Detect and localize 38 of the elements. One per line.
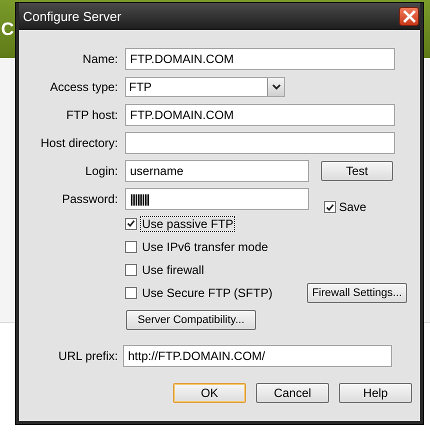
checkbox-label: Use IPv6 transfer mode [141,238,270,254]
input-field[interactable]: username [125,160,309,182]
checkbox-label: Use passive FTP [140,216,236,232]
input-field[interactable]: http://FTP.DOMAIN.COM/ [123,345,392,367]
access-type-dropdown[interactable]: FTP [125,77,285,97]
page-heading: C [1,18,14,40]
dialog-button[interactable]: Help [339,383,412,403]
field-label: Password: [60,192,118,206]
checkmark-icon [325,202,335,212]
checkbox[interactable] [125,264,137,276]
input-field[interactable]: FTP.DOMAIN.COM [125,104,395,126]
dialog-button[interactable]: OK [173,383,246,403]
close-icon [402,10,416,23]
field-label: Host directory: [40,136,118,150]
checkbox[interactable] [125,218,137,230]
field-label: Name: [82,52,118,66]
input-field[interactable]: FTP.DOMAIN.COM [125,48,395,70]
checkbox-label: Use firewall [141,262,206,278]
test-button[interactable]: Test [321,161,393,181]
server-compatibility-button[interactable]: Server Compatibility... [126,310,256,330]
caret-icon [272,84,280,90]
checkbox[interactable] [324,201,336,213]
checkbox-label: Save [339,200,366,214]
dropdown-button[interactable] [267,78,284,96]
field-label: FTP host: [65,108,118,122]
checkbox[interactable] [125,240,137,252]
window-title: Configure Server [22,9,122,24]
checkmark-icon [126,218,136,229]
field-label: URL prefix: [57,349,118,363]
checkbox[interactable] [125,286,137,298]
close-button[interactable] [399,7,419,26]
field-label: Login: [84,164,118,178]
password-field[interactable]: |||||||| [125,188,309,210]
field-label: Access type: [48,80,118,94]
firewall-settings-button[interactable]: Firewall Settings... [307,282,407,302]
dialog-button[interactable]: Cancel [256,383,329,403]
checkbox-label: Use Secure FTP (SFTP) [141,284,274,300]
input-field[interactable] [125,132,395,154]
